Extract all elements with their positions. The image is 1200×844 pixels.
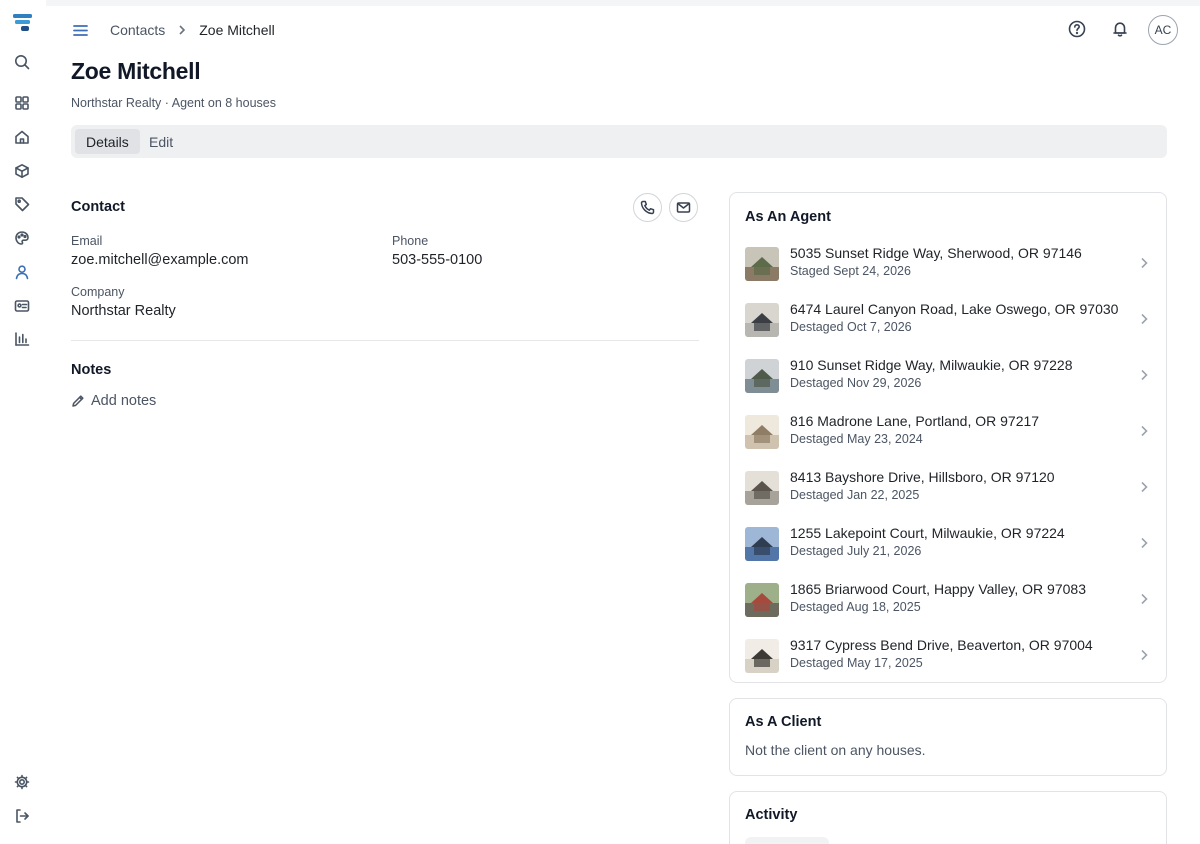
house-address: 1865 Briarwood Court, Happy Valley, OR 9… <box>790 581 1086 597</box>
email-value: zoe.mitchell@example.com <box>71 252 249 268</box>
company-value: Northstar Realty <box>71 303 176 319</box>
agent-houses-card: As An Agent 5035 Sunset Ridge Way, Sherw… <box>729 192 1167 683</box>
house-address: 6474 Laurel Canyon Road, Lake Oswego, OR… <box>790 301 1119 317</box>
chevron-right-icon <box>1141 593 1148 605</box>
menu-icon[interactable] <box>69 19 91 41</box>
house-thumbnail <box>745 639 779 673</box>
pencil-icon <box>72 395 84 407</box>
house-address: 910 Sunset Ridge Way, Milwaukie, OR 9722… <box>790 357 1073 373</box>
house-status: Destaged Jan 22, 2025 <box>790 488 920 502</box>
house-thumbnail <box>745 303 779 337</box>
house-address: 9317 Cypress Bend Drive, Beaverton, OR 9… <box>790 637 1093 653</box>
house-thumbnail <box>745 583 779 617</box>
add-notes-label: Add notes <box>91 393 157 409</box>
client-houses-card: As A Client Not the client on any houses… <box>729 698 1167 776</box>
house-row[interactable]: 8413 Bayshore Drive, Hillsboro, OR 97120… <box>730 461 1166 517</box>
chevron-right-icon <box>1141 537 1148 549</box>
bell-icon[interactable] <box>1109 18 1131 40</box>
call-button[interactable] <box>633 193 662 222</box>
tab-details[interactable]: Details <box>75 129 140 154</box>
activity-card-title: Activity <box>745 807 798 823</box>
avatar[interactable]: AC <box>1148 15 1178 45</box>
email-button[interactable] <box>669 193 698 222</box>
house-address: 5035 Sunset Ridge Way, Sherwood, OR 9714… <box>790 245 1082 261</box>
divider <box>71 340 699 341</box>
tab-bar: Details Edit <box>71 125 1167 158</box>
house-row[interactable]: 6474 Laurel Canyon Road, Lake Oswego, OR… <box>730 293 1166 349</box>
email-label: Email <box>71 234 103 248</box>
gear-icon[interactable] <box>11 771 33 793</box>
phone-value: 503-555-0100 <box>392 252 483 268</box>
phone-icon <box>640 200 655 215</box>
contact-section-title: Contact <box>71 199 125 215</box>
house-row[interactable]: 910 Sunset Ridge Way, Milwaukie, OR 9722… <box>730 349 1166 405</box>
tab-edit[interactable]: Edit <box>138 129 184 154</box>
house-status: Destaged May 23, 2024 <box>790 432 923 446</box>
house-row[interactable]: 9317 Cypress Bend Drive, Beaverton, OR 9… <box>730 629 1166 685</box>
box-icon[interactable] <box>11 160 33 182</box>
chevron-right-icon <box>1141 257 1148 269</box>
chevron-right-icon <box>1141 369 1148 381</box>
grid-icon[interactable] <box>11 92 33 114</box>
chevron-right-icon <box>1141 481 1148 493</box>
activity-filter[interactable] <box>745 837 829 844</box>
house-address: 8413 Bayshore Drive, Hillsboro, OR 97120 <box>790 469 1055 485</box>
house-row[interactable]: 5035 Sunset Ridge Way, Sherwood, OR 9714… <box>730 237 1166 293</box>
activity-card: Activity <box>729 791 1167 844</box>
house-thumbnail <box>745 415 779 449</box>
app-logo[interactable] <box>12 12 34 34</box>
bar-chart-icon[interactable] <box>11 328 33 350</box>
client-card-title: As A Client <box>745 714 822 730</box>
house-status: Staged Sept 24, 2026 <box>790 264 911 278</box>
phone-label: Phone <box>392 234 429 248</box>
house-address: 1255 Lakepoint Court, Milwaukie, OR 9722… <box>790 525 1065 541</box>
house-status: Destaged July 21, 2026 <box>790 544 922 558</box>
id-card-icon[interactable] <box>11 295 33 317</box>
chevron-right-icon <box>1141 649 1148 661</box>
palette-icon[interactable] <box>11 227 33 249</box>
house-status: Destaged Oct 7, 2026 <box>790 320 912 334</box>
house-thumbnail <box>745 247 779 281</box>
page-subtitle: Northstar Realty · Agent on 8 houses <box>71 96 276 110</box>
house-status: Destaged Aug 18, 2025 <box>790 600 921 614</box>
house-address: 816 Madrone Lane, Portland, OR 97217 <box>790 413 1040 429</box>
breadcrumb-current: Zoe Mitchell <box>199 22 275 38</box>
page-title: Zoe Mitchell <box>71 58 201 84</box>
company-label: Company <box>71 285 125 299</box>
house-thumbnail <box>745 471 779 505</box>
breadcrumb-contacts-link[interactable]: Contacts <box>110 22 165 38</box>
add-notes-button[interactable]: Add notes <box>71 393 156 409</box>
house-thumbnail <box>745 359 779 393</box>
agent-card-title: As An Agent <box>745 209 831 225</box>
house-status: Destaged Nov 29, 2026 <box>790 376 922 390</box>
person-icon[interactable] <box>11 261 33 283</box>
home-icon[interactable] <box>11 126 33 148</box>
client-empty-text: Not the client on any houses. <box>745 742 926 758</box>
tag-icon[interactable] <box>11 193 33 215</box>
chevron-right-icon <box>179 25 186 35</box>
house-row[interactable]: 1255 Lakepoint Court, Milwaukie, OR 9722… <box>730 517 1166 573</box>
top-strip <box>0 0 1200 6</box>
house-thumbnail <box>745 527 779 561</box>
house-status: Destaged May 17, 2025 <box>790 656 923 670</box>
chevron-right-icon <box>1141 425 1148 437</box>
help-icon[interactable] <box>1066 18 1088 40</box>
chevron-right-icon <box>1141 313 1148 325</box>
breadcrumb: Contacts Zoe Mitchell <box>110 21 275 39</box>
logout-icon[interactable] <box>11 805 33 827</box>
house-row[interactable]: 816 Madrone Lane, Portland, OR 97217 Dest… <box>730 405 1166 461</box>
search-icon[interactable] <box>11 51 33 73</box>
sidebar <box>0 0 46 844</box>
notes-section-title: Notes <box>71 362 112 378</box>
mail-icon <box>676 202 691 213</box>
house-row[interactable]: 1865 Briarwood Court, Happy Valley, OR 9… <box>730 573 1166 629</box>
